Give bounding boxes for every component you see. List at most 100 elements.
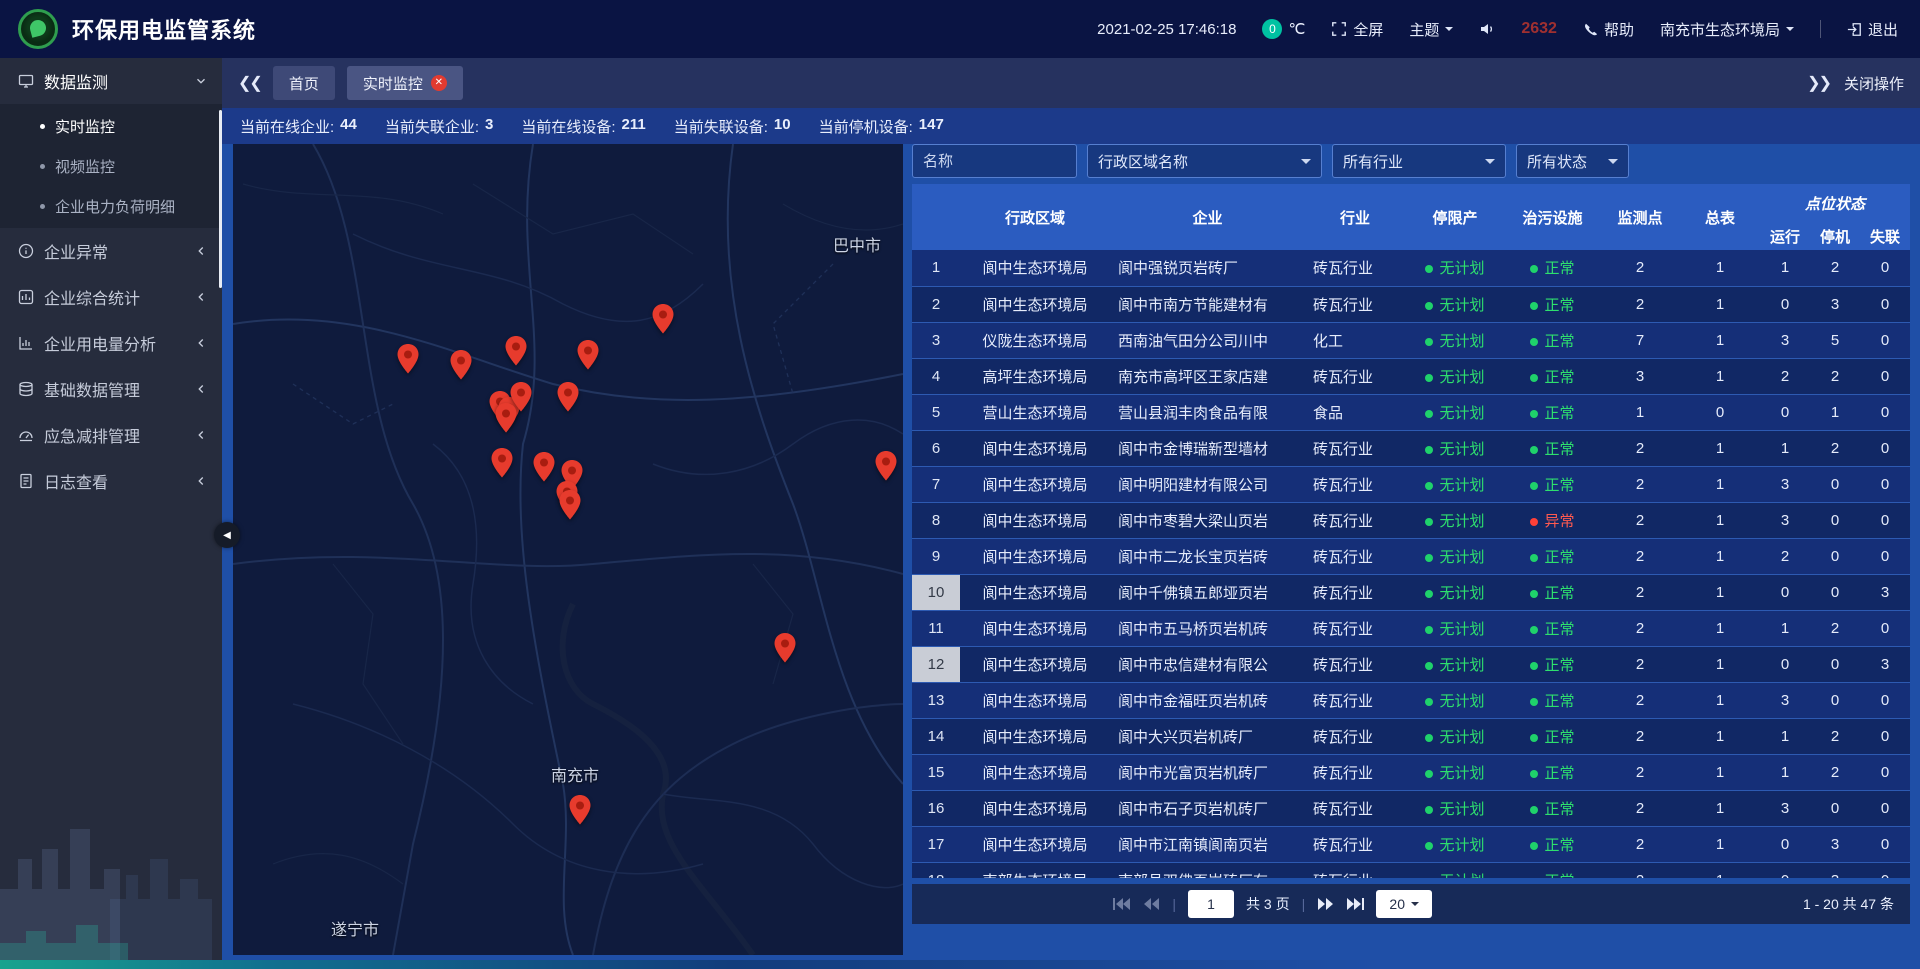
name-input[interactable] <box>923 153 1066 170</box>
table-row[interactable]: 13阆中生态环境局阆中市金福旺页岩机砖砖瓦行业无计划正常21300 <box>912 682 1910 718</box>
status-dot <box>1530 842 1538 850</box>
sidebar-item-company-stats[interactable]: 企业综合统计 <box>0 274 222 320</box>
table-row[interactable]: 18南部生态环境局南部县双佛页岩砖厂有砖瓦行业无计划正常21030 <box>912 862 1910 878</box>
next-page-icon[interactable] <box>1317 897 1334 911</box>
first-page-icon[interactable] <box>1113 897 1131 911</box>
sidebar-item-power-load-detail[interactable]: 企业电力负荷明细 <box>0 186 222 226</box>
status-filter-dropdown[interactable]: 所有状态 <box>1516 144 1629 178</box>
map-pin[interactable] <box>557 382 579 412</box>
status-dot <box>1425 806 1433 814</box>
table-cell: 0 <box>1760 394 1810 430</box>
theme-dropdown[interactable]: 主题 <box>1409 19 1453 40</box>
table-cell: 西南油气田分公司川中 <box>1110 322 1305 358</box>
table-cell: 阆中大兴页岩机砖厂 <box>1110 718 1305 754</box>
divider: | <box>1172 896 1176 912</box>
sidebar-item-base-data[interactable]: 基础数据管理 <box>0 366 222 412</box>
column-header-industry: 行业 <box>1305 184 1405 250</box>
map-pin[interactable] <box>577 340 599 370</box>
map-pin[interactable] <box>559 490 581 520</box>
map-pin[interactable] <box>652 304 674 334</box>
table-cell: 正常 <box>1505 394 1600 430</box>
divider <box>1820 20 1821 38</box>
table-cell: 正常 <box>1505 682 1600 718</box>
close-operations-button[interactable]: 关闭操作 <box>1844 73 1904 94</box>
map-pin[interactable] <box>774 633 796 663</box>
column-header-running: 运行 <box>1760 222 1810 250</box>
table-row[interactable]: 15阆中生态环境局阆中市光富页岩机砖厂砖瓦行业无计划正常21120 <box>912 754 1910 790</box>
tabs-scroll-right-icon[interactable]: ❯❯ <box>1807 73 1830 93</box>
sidebar-scrollbar[interactable] <box>219 110 222 288</box>
tabs-scroll-left-icon[interactable]: ❮❮ <box>238 73 261 93</box>
map-label-nanchong: 南充市 <box>551 762 599 786</box>
page-size-select[interactable]: 20 <box>1376 890 1432 918</box>
table-row[interactable]: 4高坪生态环境局南充市高坪区王家店建砖瓦行业无计划正常31220 <box>912 358 1910 394</box>
table-row[interactable]: 11阆中生态环境局阆中市五马桥页岩机砖砖瓦行业无计划正常21120 <box>912 610 1910 646</box>
fullscreen-button[interactable]: 全屏 <box>1331 19 1383 40</box>
sidebar-item-data-monitor[interactable]: 数据监测 <box>0 58 222 104</box>
status-dot <box>1425 482 1433 490</box>
org-dropdown[interactable]: 南充市生态环境局 <box>1660 19 1794 40</box>
tab-realtime-monitor[interactable]: 实时监控 ✕ <box>347 66 463 100</box>
map-pin[interactable] <box>875 451 897 481</box>
map-pin[interactable] <box>533 452 555 482</box>
sidebar-item-company-abnormal[interactable]: 企业异常 <box>0 228 222 274</box>
table-cell: 0 <box>1810 502 1860 538</box>
map-collapse-button[interactable]: ◀ <box>214 522 240 548</box>
table-cell: 正常 <box>1505 286 1600 322</box>
map-pin[interactable] <box>450 350 472 380</box>
table-row[interactable]: 6阆中生态环境局阆中市金博瑞新型墙材砖瓦行业无计划正常21120 <box>912 430 1910 466</box>
table-row[interactable]: 10阆中生态环境局阆中千佛镇五郎垭页岩砖瓦行业无计划正常21003 <box>912 574 1910 610</box>
app-title: 环保用电监管系统 <box>72 13 256 45</box>
chevron-left-icon <box>194 428 208 442</box>
map-pin[interactable] <box>495 403 517 433</box>
map-pin[interactable] <box>397 344 419 374</box>
table-row[interactable]: 9阆中生态环境局阆中市二龙长宝页岩砖砖瓦行业无计划正常21200 <box>912 538 1910 574</box>
table-cell: 3 <box>1760 502 1810 538</box>
table-row[interactable]: 7阆中生态环境局阆中明阳建材有限公司砖瓦行业无计划正常21300 <box>912 466 1910 502</box>
table-cell: 0 <box>1810 682 1860 718</box>
prev-page-icon[interactable] <box>1143 897 1160 911</box>
table-cell: 8 <box>912 502 960 538</box>
sidebar-item-power-analysis[interactable]: 企业用电量分析 <box>0 320 222 366</box>
name-filter-input[interactable] <box>912 144 1077 178</box>
table-cell: 12 <box>912 646 960 682</box>
region-filter-dropdown[interactable]: 行政区域名称 <box>1087 144 1322 178</box>
table-cell: 正常 <box>1505 466 1600 502</box>
table-row[interactable]: 12阆中生态环境局阆中市忠信建材有限公砖瓦行业无计划正常21003 <box>912 646 1910 682</box>
logout-button[interactable]: 退出 <box>1847 19 1898 40</box>
table-cell: 无计划 <box>1405 430 1505 466</box>
table-cell: 0 <box>1860 286 1910 322</box>
table-cell: 1 <box>1680 358 1760 394</box>
map-pin[interactable] <box>569 795 591 825</box>
table-cell: 2 <box>1810 250 1860 286</box>
map-pin[interactable] <box>491 448 513 478</box>
table-row[interactable]: 3仪陇生态环境局西南油气田分公司川中化工无计划正常71350 <box>912 322 1910 358</box>
tab-home[interactable]: 首页 <box>273 66 335 100</box>
map[interactable]: 巴中市 南充市 遂宁市 <box>233 144 903 955</box>
table-cell: 15 <box>912 754 960 790</box>
alarm-count: 2632 <box>1521 20 1557 38</box>
table-row[interactable]: 5营山生态环境局营山县润丰肉食品有限食品无计划正常10010 <box>912 394 1910 430</box>
sidebar-item-video-monitor[interactable]: 视频监控 <box>0 146 222 186</box>
map-pin[interactable] <box>505 336 527 366</box>
table-cell: 正常 <box>1505 610 1600 646</box>
table-row[interactable]: 8阆中生态环境局阆中市枣碧大梁山页岩砖瓦行业无计划异常21300 <box>912 502 1910 538</box>
last-page-icon[interactable] <box>1346 897 1364 911</box>
table-cell: 3 <box>1860 574 1910 610</box>
table-row[interactable]: 14阆中生态环境局阆中大兴页岩机砖厂砖瓦行业无计划正常21120 <box>912 718 1910 754</box>
table-cell: 阆中生态环境局 <box>960 430 1110 466</box>
help-button[interactable]: 帮助 <box>1583 19 1634 40</box>
close-icon[interactable]: ✕ <box>431 75 447 91</box>
table-cell: 2 <box>1600 286 1680 322</box>
page-number-input[interactable] <box>1188 890 1234 918</box>
table-cell: 阆中生态环境局 <box>960 250 1110 286</box>
table-row[interactable]: 2阆中生态环境局阆中市南方节能建材有砖瓦行业无计划正常21030 <box>912 286 1910 322</box>
table-row[interactable]: 1阆中生态环境局阆中强锐页岩砖厂砖瓦行业无计划正常21120 <box>912 250 1910 286</box>
industry-filter-dropdown[interactable]: 所有行业 <box>1332 144 1506 178</box>
table-row[interactable]: 16阆中生态环境局阆中市石子页岩机砖厂砖瓦行业无计划正常21300 <box>912 790 1910 826</box>
sidebar-item-emergency-reduction[interactable]: 应急减排管理 <box>0 412 222 458</box>
sidebar-item-log-view[interactable]: 日志查看 <box>0 458 222 504</box>
table-row[interactable]: 17阆中生态环境局阆中市江南镇阆南页岩砖瓦行业无计划正常21030 <box>912 826 1910 862</box>
alarm-speaker-button[interactable] <box>1479 21 1495 37</box>
sidebar-item-realtime-monitor[interactable]: 实时监控 <box>0 106 222 146</box>
